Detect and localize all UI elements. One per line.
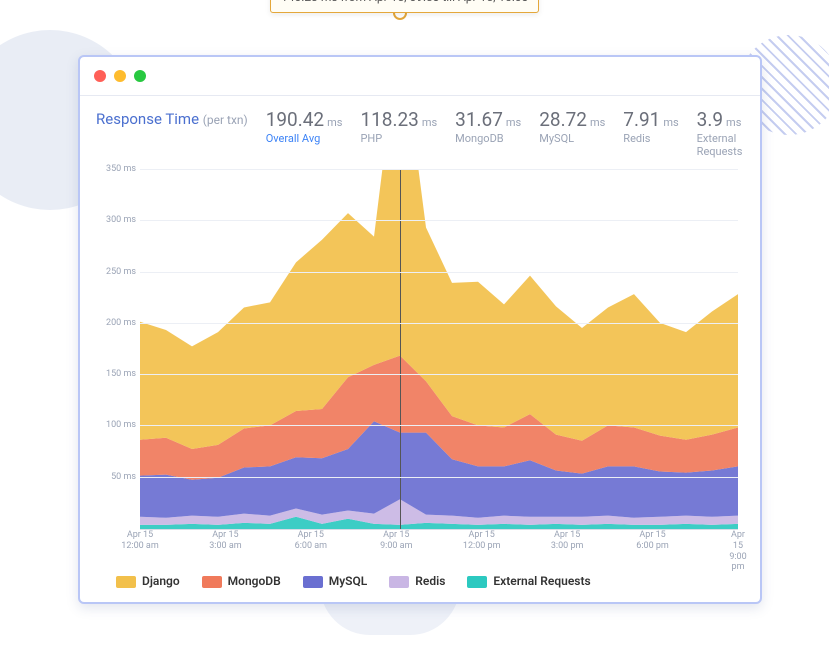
metric-value: 190.42ms: [266, 110, 343, 129]
metric-value: 31.67ms: [455, 110, 521, 129]
legend: Django MongoDB MySQL Redis External Requests: [116, 574, 738, 588]
x-tick: Apr 156:00 am: [295, 530, 327, 552]
legend-item-django[interactable]: Django: [116, 574, 180, 588]
metric-label: MongoDB: [455, 132, 521, 145]
chart-title: Response Time (per txn): [96, 110, 248, 128]
metric-value: 3.9ms: [697, 110, 744, 129]
metrics-header: Response Time (per txn) 190.42ms Overall …: [96, 110, 744, 158]
x-tick: Apr 156:00 pm: [636, 530, 669, 552]
metric-mysql: 28.72ms MySQL: [539, 110, 605, 145]
legend-swatch: [389, 576, 409, 588]
y-tick-label: 50 ms: [96, 472, 136, 482]
x-tick: Apr 153:00 am: [209, 530, 241, 552]
legend-swatch: [303, 576, 323, 588]
x-axis: Apr 1512:00 amApr 153:00 amApr 156:00 am…: [140, 530, 738, 554]
hover-tooltip: Django 140.23 ms from Apr 15, 09:58 till…: [270, 0, 539, 13]
legend-item-redis[interactable]: Redis: [389, 574, 445, 588]
legend-swatch: [116, 576, 136, 588]
metric-value: 28.72ms: [539, 110, 605, 129]
close-icon[interactable]: [94, 70, 106, 82]
legend-item-mysql[interactable]: MySQL: [303, 574, 368, 588]
legend-swatch: [202, 576, 222, 588]
x-tick: Apr 159:00 pm: [729, 530, 746, 573]
area-chart: [140, 170, 738, 529]
legend-item-external-requests[interactable]: External Requests: [467, 574, 590, 588]
y-tick-label: 150 ms: [96, 369, 136, 379]
metric-label: MySQL: [539, 132, 605, 145]
tooltip-detail: 140.23 ms from Apr 15, 09:58 till Apr 15…: [281, 0, 528, 4]
legend-item-mongodb[interactable]: MongoDB: [202, 574, 281, 588]
metric-external-requests: 3.9ms External Requests: [697, 110, 744, 158]
minimize-icon[interactable]: [114, 70, 126, 82]
x-tick: Apr 159:00 am: [380, 530, 412, 552]
hover-cursor-line: [400, 170, 401, 529]
y-tick-label: 350 ms: [96, 164, 136, 174]
y-tick-label: 100 ms: [96, 420, 136, 430]
app-window: Response Time (per txn) 190.42ms Overall …: [78, 55, 762, 604]
gridline: 300 ms: [140, 220, 738, 221]
metric-overall-avg: 190.42ms Overall Avg: [266, 110, 343, 145]
chart-title-main: Response Time: [96, 110, 199, 128]
metric-redis: 7.91ms Redis: [623, 110, 678, 145]
x-tick: Apr 1512:00 am: [121, 530, 158, 552]
metric-label: External Requests: [697, 132, 744, 158]
metric-label: PHP: [360, 132, 437, 145]
gridline: 50 ms: [140, 477, 738, 478]
metric-value: 7.91ms: [623, 110, 678, 129]
metric-mongodb: 31.67ms MongoDB: [455, 110, 521, 145]
y-tick-label: 200 ms: [96, 318, 136, 328]
window-titlebar: [80, 57, 760, 96]
gridline: 200 ms: [140, 323, 738, 324]
y-tick-label: 300 ms: [96, 215, 136, 225]
chart-area[interactable]: Django 140.23 ms from Apr 15, 09:58 till…: [96, 170, 744, 594]
gridline: 100 ms: [140, 425, 738, 426]
gridline: 150 ms: [140, 374, 738, 375]
gridline: 250 ms: [140, 272, 738, 273]
legend-swatch: [467, 576, 487, 588]
gridline: 350 ms: [140, 169, 738, 170]
metric-value: 118.23ms: [360, 110, 437, 129]
x-tick: Apr 1512:00 pm: [463, 530, 501, 552]
y-tick-label: 250 ms: [96, 267, 136, 277]
metric-php: 118.23ms PHP: [360, 110, 437, 145]
metric-label: Redis: [623, 132, 678, 145]
maximize-icon[interactable]: [134, 70, 146, 82]
content-area: Response Time (per txn) 190.42ms Overall …: [80, 96, 760, 602]
metric-label: Overall Avg: [266, 132, 343, 145]
x-tick: Apr 153:00 pm: [551, 530, 584, 552]
chart-title-sub: (per txn): [203, 113, 248, 127]
